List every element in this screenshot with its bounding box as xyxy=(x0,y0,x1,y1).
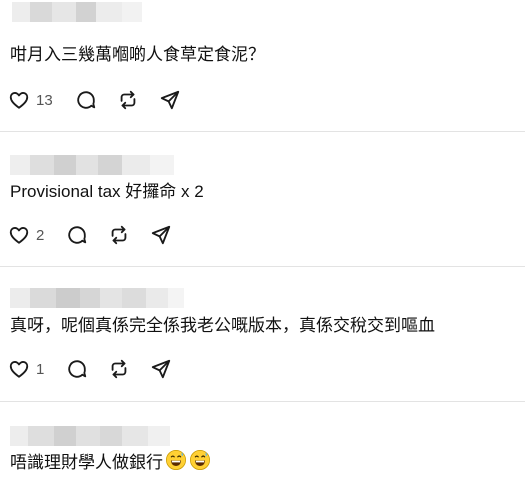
reply-button[interactable] xyxy=(66,224,88,246)
comment-text: 唔識理財學人做銀行 xyxy=(10,449,211,477)
like-button[interactable]: 13 xyxy=(8,89,53,111)
comment-text: 咁月入三幾萬嗰啲人食草定食泥？ xyxy=(10,45,265,64)
heart-icon xyxy=(9,92,29,109)
comment-icon xyxy=(68,226,87,244)
reply-button[interactable] xyxy=(66,358,88,380)
comment-icon xyxy=(68,360,87,378)
comment-text: 真呀，呢個真係完全係我老公嘅版本，真係交稅交到嘔血 xyxy=(10,316,435,335)
username-blurred[interactable] xyxy=(10,426,170,446)
share-button[interactable] xyxy=(150,358,172,380)
repost-icon xyxy=(112,225,127,245)
username-blurred[interactable] xyxy=(12,2,142,22)
comment-icon xyxy=(76,91,95,109)
like-count: 1 xyxy=(36,360,45,378)
share-button[interactable] xyxy=(159,89,181,111)
repost-button[interactable] xyxy=(108,224,130,246)
like-button[interactable]: 2 xyxy=(8,224,44,246)
username-blurred[interactable] xyxy=(10,155,174,175)
repost-button[interactable] xyxy=(108,358,130,380)
grinning-sweat-emoji xyxy=(189,449,211,477)
comment-actions: 1 xyxy=(8,357,172,381)
heart-icon xyxy=(9,361,29,378)
comment-text-body: 唔識理財學人做銀行 xyxy=(10,453,163,472)
share-icon xyxy=(160,90,179,110)
grinning-sweat-emoji xyxy=(165,449,187,477)
divider xyxy=(0,266,525,267)
repost-icon xyxy=(120,90,136,110)
like-count: 2 xyxy=(36,226,45,244)
like-count: 13 xyxy=(36,91,53,109)
comment-text: Provisional tax 好攞命 x 2 xyxy=(10,182,204,201)
comment-actions: 13 xyxy=(8,88,181,112)
divider xyxy=(0,131,525,132)
like-button[interactable]: 1 xyxy=(8,358,44,380)
reply-button[interactable] xyxy=(75,89,97,111)
divider xyxy=(0,401,525,402)
username-blurred[interactable] xyxy=(10,288,184,308)
repost-button[interactable] xyxy=(117,89,139,111)
repost-icon xyxy=(112,359,127,379)
share-icon xyxy=(152,359,171,379)
comment-actions: 2 xyxy=(8,223,172,247)
heart-icon xyxy=(9,227,29,244)
share-icon xyxy=(152,225,171,245)
share-button[interactable] xyxy=(150,224,172,246)
